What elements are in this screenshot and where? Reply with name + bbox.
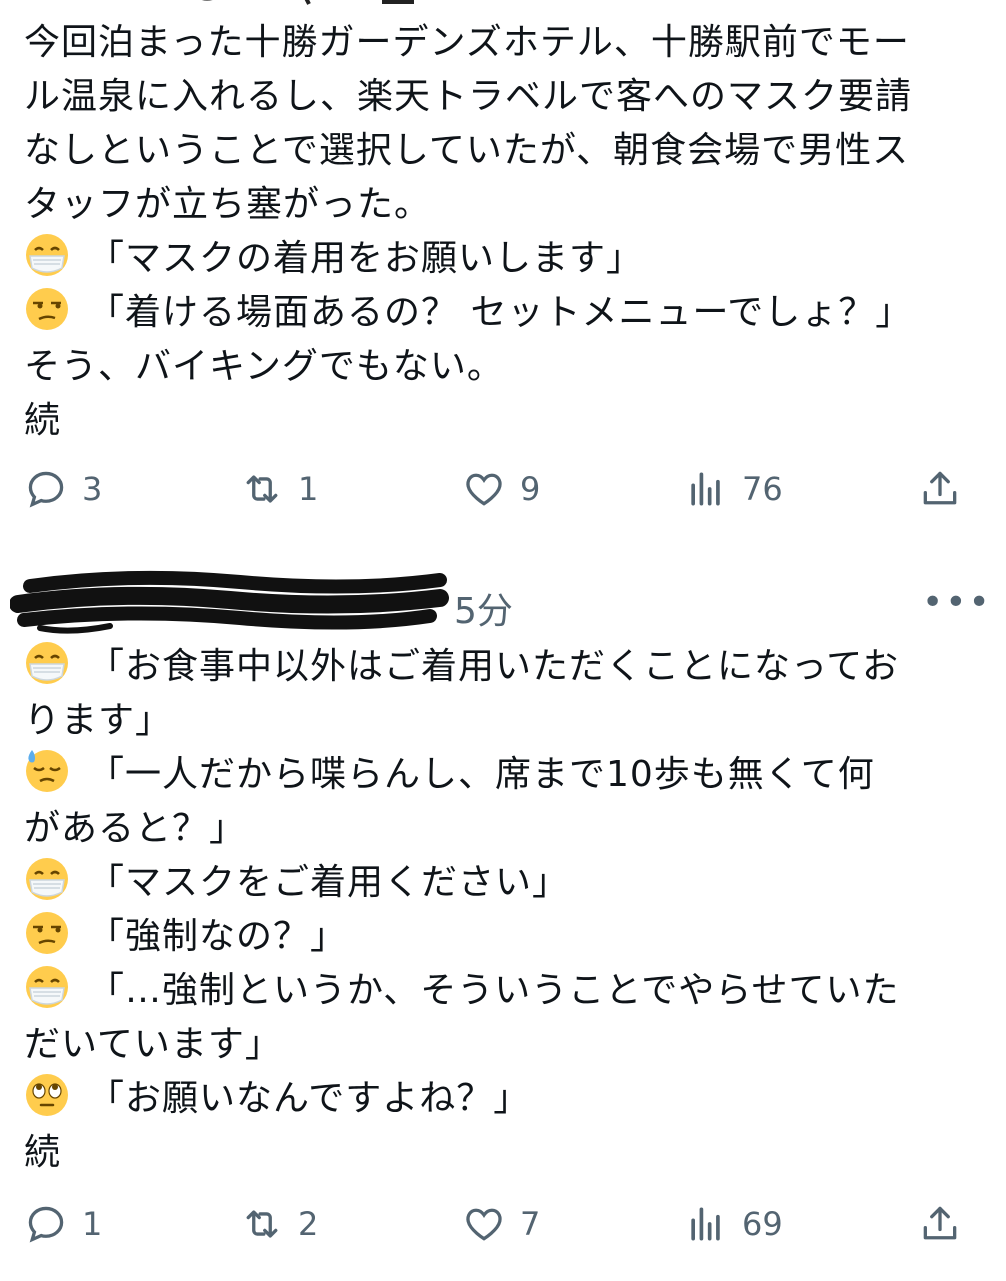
reply-count: 3 bbox=[82, 470, 103, 508]
tweet-text-line: 「マスクをご着用ください」 bbox=[24, 856, 982, 910]
tweet-text-line: 「マスクの着用をお願いします」 bbox=[88, 238, 644, 279]
views-button[interactable]: 76 bbox=[684, 464, 783, 514]
tweet-text-line: 「お食事中以外はご着用いただくことになってお bbox=[24, 640, 982, 694]
tweet-text-line: 「強制なの？」 bbox=[24, 910, 982, 964]
tweet-text-line: 「マスクの着用をお願いします」 bbox=[24, 232, 982, 286]
reply-button[interactable]: 3 bbox=[24, 464, 102, 514]
share-button[interactable] bbox=[918, 464, 962, 514]
unamused-face-icon bbox=[26, 288, 68, 330]
tweet-action-bar: 3 1 9 76 bbox=[24, 464, 968, 514]
tweet-timestamp[interactable]: 5分 bbox=[454, 582, 513, 634]
share-icon bbox=[923, 1206, 957, 1240]
face-with-medical-mask-icon bbox=[26, 858, 68, 900]
tweet-text-line: 「マスクをご着用ください」 bbox=[88, 862, 570, 903]
tweet-continued-label: 続 bbox=[24, 1132, 62, 1173]
heart-icon bbox=[466, 473, 502, 506]
view-count: 76 bbox=[742, 470, 783, 508]
tweet-text-line: 「一人だから喋らんし、席まで10歩も無くて何 bbox=[24, 748, 982, 802]
tweet-text-line: そう、バイキングでもない。 bbox=[24, 346, 504, 387]
reply-count: 1 bbox=[82, 1205, 103, 1243]
retweet-icon bbox=[246, 475, 278, 503]
tweet-text-line: ル温泉に入れるし、楽天トラベルで客へのマスク要請 bbox=[24, 76, 913, 117]
face-with-rolling-eyes-icon bbox=[26, 1074, 68, 1116]
tweet-text-line: なしということで選択していたが、朝食会場で男性ス bbox=[24, 130, 910, 171]
downcast-face-with-sweat-icon bbox=[26, 750, 68, 792]
tweet-text-line: 「お食事中以外はご着用いただくことになってお bbox=[88, 646, 900, 687]
share-icon bbox=[923, 471, 957, 505]
tweet-body: 「お食事中以外はご着用いただくことになってお ります」 「一人だから喋らんし、席… bbox=[24, 640, 982, 1180]
tweet-text-line: 「強制なの？」 bbox=[88, 916, 348, 957]
retweet-icon bbox=[246, 1210, 278, 1238]
analytics-icon bbox=[691, 1207, 720, 1241]
tweet-text-line: 「お願いなんですよね？」 bbox=[24, 1072, 982, 1126]
reply-icon bbox=[28, 1206, 64, 1243]
share-button[interactable] bbox=[918, 1199, 962, 1249]
tweet-text-line: 今回泊まった十勝ガーデンズホテル、十勝駅前でモー bbox=[24, 22, 910, 63]
face-with-medical-mask-icon bbox=[26, 234, 68, 276]
retweet-button[interactable]: 1 bbox=[240, 464, 318, 514]
retweet-count: 2 bbox=[298, 1205, 319, 1243]
tweet-body: 今回泊まった十勝ガーデンズホテル、十勝駅前でモー ル温泉に入れるし、楽天トラベル… bbox=[24, 16, 982, 448]
like-button[interactable]: 7 bbox=[462, 1199, 540, 1249]
heart-icon bbox=[466, 1208, 502, 1241]
tweet-text-line: 「着ける場面あるの？ セットメニューでしょ？」 bbox=[24, 286, 982, 340]
tweet-text-line: 「着ける場面あるの？ セットメニューでしょ？」 bbox=[88, 292, 913, 333]
tweet-text-line: 「一人だから喋らんし、席まで10歩も無くて何 bbox=[88, 754, 875, 795]
analytics-icon bbox=[691, 472, 720, 506]
tweet-action-bar: 1 2 7 69 bbox=[24, 1199, 968, 1249]
unamused-face-icon bbox=[26, 912, 68, 954]
reply-button[interactable]: 1 bbox=[24, 1199, 102, 1249]
face-with-medical-mask-icon bbox=[26, 966, 68, 1008]
tweet-header: 5分 ••• bbox=[0, 568, 1006, 644]
like-count: 9 bbox=[520, 470, 541, 508]
tweet-continued-label: 続 bbox=[24, 400, 62, 441]
redacted-username bbox=[10, 570, 449, 634]
tweet-text-line: だいています」 bbox=[24, 1024, 282, 1065]
views-button[interactable]: 69 bbox=[684, 1199, 783, 1249]
more-options-button[interactable]: ••• bbox=[922, 582, 992, 623]
cut-off-header-fragment bbox=[201, 0, 414, 5]
view-count: 69 bbox=[742, 1205, 783, 1243]
like-button[interactable]: 9 bbox=[462, 464, 540, 514]
tweet-text-line: タッフが立ち塞がった。 bbox=[24, 184, 432, 225]
tweet-text-line: 「…強制というか、そういうことでやらせていた bbox=[24, 964, 982, 1018]
retweet-count: 1 bbox=[298, 470, 319, 508]
timeline: 今回泊まった十勝ガーデンズホテル、十勝駅前でモー ル温泉に入れるし、楽天トラベル… bbox=[0, 0, 1006, 1281]
like-count: 7 bbox=[520, 1205, 541, 1243]
face-with-medical-mask-icon bbox=[26, 642, 68, 684]
tweet-text-line: ります」 bbox=[24, 700, 173, 741]
tweet-text-line: 「…強制というか、そういうことでやらせていた bbox=[88, 970, 900, 1011]
reply-icon bbox=[28, 471, 64, 508]
tweet-text-line: 「お願いなんですよね？」 bbox=[88, 1078, 531, 1119]
retweet-button[interactable]: 2 bbox=[240, 1199, 318, 1249]
tweet-text-line: があると？」 bbox=[24, 808, 247, 849]
